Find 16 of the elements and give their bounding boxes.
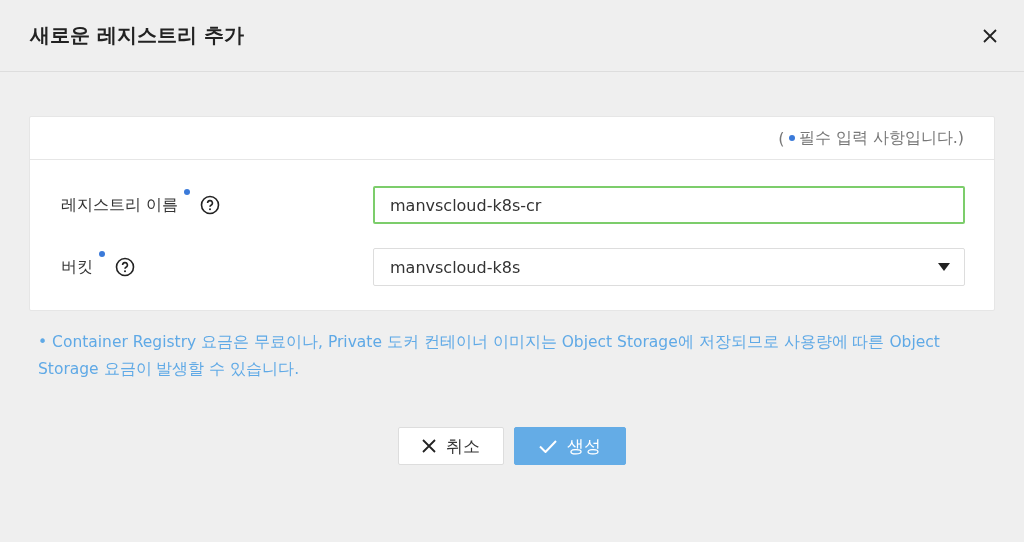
- dialog-title: 새로운 레지스트리 추가: [30, 22, 244, 49]
- notice-text: • Container Registry 요금은 무료이나, Private 도커 컨테이너 이미지는 Object Storage에 저장되므로 사용량에 따른 Object Storage 요금이 발생할 수 있습니다.: [38, 332, 941, 380]
- field-label: 버킷: [61, 256, 93, 278]
- close-icon: [983, 28, 997, 43]
- help-icon[interactable]: [115, 257, 135, 277]
- bucket-dropdown[interactable]: manvscloud-k8s: [373, 248, 965, 286]
- close-icon: [422, 439, 436, 453]
- cancel-button[interactable]: 취소: [398, 427, 504, 465]
- note-text: (: [778, 128, 785, 148]
- name-field[interactable]: manvscloud-k8s-cr: [373, 186, 965, 224]
- field-label: 레지스트리 이름: [61, 194, 179, 216]
- help-icon[interactable]: [200, 195, 221, 215]
- note-text: 필수 입력 사항입니다.): [798, 127, 964, 149]
- required-dot-icon: [788, 135, 795, 141]
- check-icon: [539, 439, 557, 453]
- caret-icon: [938, 263, 950, 271]
